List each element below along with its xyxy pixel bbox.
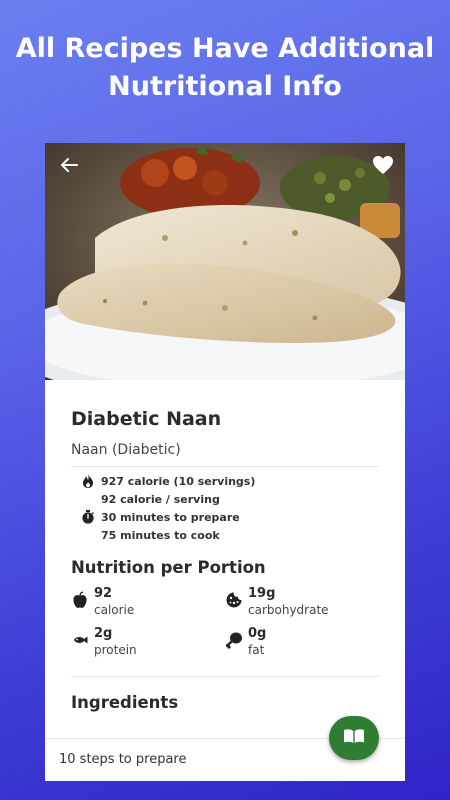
fish-icon	[71, 631, 89, 649]
cookie-icon	[225, 591, 243, 609]
fat-value: 0g	[248, 626, 267, 641]
nutrition-item-carbohydrate: 19g carbohydrate	[225, 586, 329, 618]
promo-headline-line2: Nutritional Info	[108, 71, 342, 102]
back-arrow-icon[interactable]	[57, 153, 81, 177]
carbohydrate-label: carbohydrate	[248, 603, 329, 617]
cook-time-row: 75 minutes to cook	[101, 526, 220, 544]
nutrition-item-protein: 2g protein	[71, 626, 137, 658]
ingredients-heading: Ingredients	[71, 693, 179, 712]
carbohydrate-value: 19g	[248, 586, 276, 601]
open-book-button[interactable]	[329, 716, 379, 760]
steps-count: 10 steps to prepare	[59, 752, 187, 767]
nutrition-item-fat: 0g fat	[225, 626, 266, 658]
calorie-value: 92	[94, 586, 113, 601]
calories-per-serving: 92 calorie / serving	[101, 492, 220, 506]
nutrition-item-calorie: 92 calorie	[71, 586, 134, 618]
flame-icon	[81, 474, 95, 488]
divider	[71, 466, 379, 467]
stopwatch-icon	[81, 510, 95, 524]
recipe-title: Diabetic Naan	[71, 408, 222, 430]
recipe-photo	[45, 143, 405, 380]
drumstick-icon	[225, 631, 243, 649]
apple-icon	[71, 591, 89, 609]
per-serving-row: 92 calorie / serving	[101, 490, 220, 508]
protein-label: protein	[94, 643, 137, 657]
total-calories: 927 calorie (10 servings)	[101, 474, 256, 488]
recipe-card: Diabetic Naan Naan (Diabetic) 927 calori…	[45, 143, 405, 781]
promo-headline-line1: All Recipes Have Additional	[15, 33, 435, 64]
calories-row: 927 calorie (10 servings)	[81, 472, 255, 490]
divider	[71, 676, 379, 677]
cook-time: 75 minutes to cook	[101, 528, 220, 542]
recipe-subtitle: Naan (Diabetic)	[71, 442, 181, 458]
promo-headline: All Recipes Have Additional Nutritional …	[0, 30, 450, 106]
calorie-label: calorie	[94, 603, 135, 617]
protein-value: 2g	[94, 626, 113, 641]
prep-time-row: 30 minutes to prepare	[81, 508, 240, 526]
book-icon	[343, 727, 365, 749]
prep-time: 30 minutes to prepare	[101, 510, 240, 524]
favorite-heart-icon[interactable]	[371, 153, 395, 177]
nutrition-heading: Nutrition per Portion	[71, 558, 266, 577]
fat-label: fat	[248, 643, 265, 657]
